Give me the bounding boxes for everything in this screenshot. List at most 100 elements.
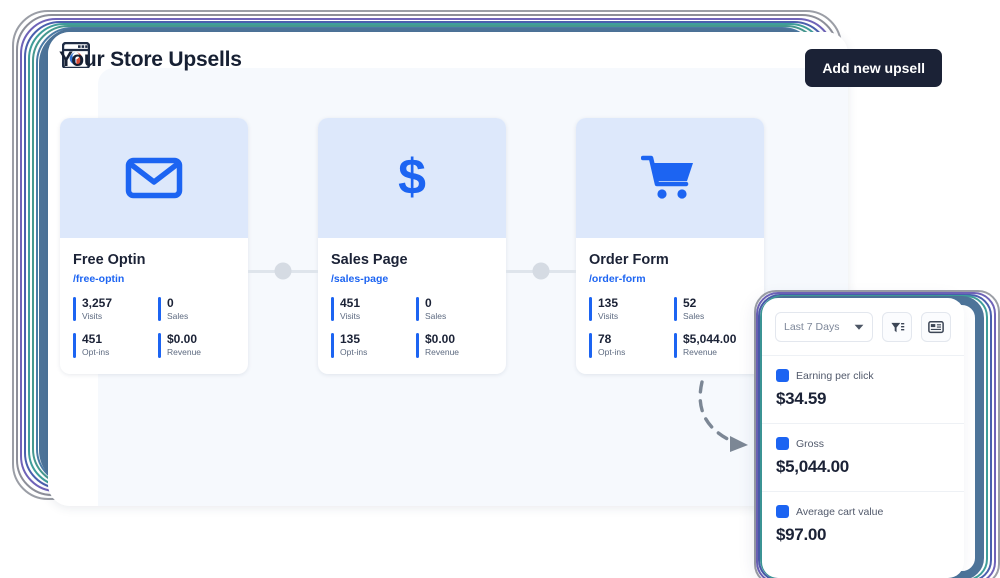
metric-accent-bar xyxy=(674,297,677,322)
stat-color-swatch xyxy=(776,505,789,518)
metric-revenue: $0.00 Revenue xyxy=(158,332,235,358)
dollar-sign-icon: $ xyxy=(398,152,426,204)
card-connector-2 xyxy=(506,118,576,280)
metric-label: Sales xyxy=(167,310,189,321)
stat-label: Average cart value xyxy=(796,505,884,518)
metric-accent-bar xyxy=(416,297,419,322)
page-title: Your Store Upsells xyxy=(59,48,242,71)
metric-accent-bar xyxy=(589,333,592,358)
metric-label: Sales xyxy=(683,310,705,321)
metric-value: 451 xyxy=(82,332,103,347)
card-slug[interactable]: /order-form xyxy=(589,273,751,285)
metric-accent-bar xyxy=(331,333,334,358)
card-hero-order-form xyxy=(576,118,764,238)
metric-accent-bar xyxy=(73,297,76,322)
metric-label: Revenue xyxy=(425,347,460,358)
funnel-card-free-optin[interactable]: Free Optin /free-optin 3,257 Visits 0 Sa… xyxy=(60,118,248,374)
funnel-card-sales-page[interactable]: $ Sales Page /sales-page 451 Visits 0 Sa… xyxy=(318,118,506,374)
metric-value: 0 xyxy=(167,296,174,310)
card-slug[interactable]: /free-optin xyxy=(73,273,235,285)
metric-value: 135 xyxy=(598,296,619,310)
metric-revenue: $0.00 Revenue xyxy=(416,332,493,358)
metric-accent-bar xyxy=(674,333,677,358)
metric-label: Opt-ins xyxy=(82,347,110,358)
shopping-cart-icon xyxy=(641,155,693,199)
metric-value: $0.00 xyxy=(167,332,198,347)
connector-dot xyxy=(274,262,292,280)
metric-value: 3,257 xyxy=(82,296,113,310)
panel-toolbar: Last 7 Days xyxy=(762,298,964,355)
stat-average-cart-value: Average cart value $97.00 xyxy=(762,491,964,559)
metric-grid: 3,257 Visits 0 Sales 451 Opt-ins $0.00 R… xyxy=(73,296,235,358)
metric-label: Opt-ins xyxy=(340,347,368,358)
stat-label: Gross xyxy=(796,437,825,450)
filter-button[interactable] xyxy=(882,312,912,342)
stat-label: Earning per click xyxy=(796,369,874,382)
metric-label: Visits xyxy=(82,310,103,321)
stat-header: Average cart value xyxy=(776,505,950,518)
envelope-icon xyxy=(125,157,183,199)
filter-icon xyxy=(890,322,904,332)
funnel-card-order-form[interactable]: Order Form /order-form 135 Visits 52 Sal… xyxy=(576,118,764,374)
card-title: Free Optin xyxy=(73,252,146,268)
add-new-upsell-button[interactable]: Add new upsell xyxy=(805,49,942,87)
screenshot-stage: Your Store Upsells Add new upsell Free O… xyxy=(0,0,1000,578)
stat-gross: Gross $5,044.00 xyxy=(762,423,964,491)
metric-label: Visits xyxy=(340,310,361,321)
metric-value: 52 xyxy=(683,296,697,310)
metric-label: Revenue xyxy=(167,347,202,358)
metric-value: 135 xyxy=(340,332,361,347)
metric-grid: 135 Visits 52 Sales 78 Opt-ins $5,044.00… xyxy=(589,296,751,358)
metric-label: Opt-ins xyxy=(598,347,626,358)
metric-accent-bar xyxy=(158,333,161,358)
metric-value: $0.00 xyxy=(425,332,456,347)
metric-accent-bar xyxy=(73,333,76,358)
stat-color-swatch xyxy=(776,369,789,382)
metric-visits: 135 Visits xyxy=(589,296,666,322)
card-slug[interactable]: /sales-page xyxy=(331,273,493,285)
metric-grid: 451 Visits 0 Sales 135 Opt-ins $0.00 Rev… xyxy=(331,296,493,358)
card-body-order-form: Order Form /order-form 135 Visits 52 Sal… xyxy=(576,238,764,374)
stat-value: $34.59 xyxy=(776,389,827,408)
analytics-panel: Last 7 Days Earning per click $34.59 Gro… xyxy=(740,276,1000,578)
funnel-cards-row: Free Optin /free-optin 3,257 Visits 0 Sa… xyxy=(60,118,764,374)
metric-sales: 0 Sales xyxy=(158,296,235,322)
card-view-button[interactable] xyxy=(921,312,951,342)
chevron-down-icon xyxy=(854,324,864,330)
metric-accent-bar xyxy=(416,333,419,358)
metric-label: Revenue xyxy=(683,347,718,358)
stat-header: Earning per click xyxy=(776,369,950,382)
stat-value: $5,044.00 xyxy=(776,457,849,476)
metric-visits: 451 Visits xyxy=(331,296,408,322)
date-range-value: Last 7 Days xyxy=(784,321,840,333)
stat-color-swatch xyxy=(776,437,789,450)
card-body-free-optin: Free Optin /free-optin 3,257 Visits 0 Sa… xyxy=(60,238,248,374)
metric-visits: 3,257 Visits xyxy=(73,296,150,322)
card-body-sales-page: Sales Page /sales-page 451 Visits 0 Sale… xyxy=(318,238,506,374)
metric-optins: 135 Opt-ins xyxy=(331,332,408,358)
svg-text:$: $ xyxy=(398,152,426,204)
metric-accent-bar xyxy=(589,297,592,322)
stat-earning-per-click: Earning per click $34.59 xyxy=(762,355,964,423)
metric-value: 0 xyxy=(425,296,432,310)
metric-accent-bar xyxy=(158,297,161,322)
stat-header: Gross xyxy=(776,437,950,450)
metric-label: Sales xyxy=(425,310,447,321)
metric-sales: 0 Sales xyxy=(416,296,493,322)
metric-label: Visits xyxy=(598,310,619,321)
card-title: Order Form xyxy=(589,252,669,268)
metric-optins: 78 Opt-ins xyxy=(589,332,666,358)
card-hero-free-optin xyxy=(60,118,248,238)
connector-dot xyxy=(532,262,550,280)
metric-value: $5,044.00 xyxy=(683,332,737,347)
metric-optins: 451 Opt-ins xyxy=(73,332,150,358)
card-title: Sales Page xyxy=(331,252,408,268)
analytics-panel-body: Last 7 Days Earning per click $34.59 Gro… xyxy=(762,298,964,578)
stat-value: $97.00 xyxy=(776,525,827,544)
date-range-select[interactable]: Last 7 Days xyxy=(775,312,873,342)
metric-value: 78 xyxy=(598,332,612,347)
card-connector-1 xyxy=(248,118,318,280)
metric-accent-bar xyxy=(331,297,334,322)
credit-card-icon xyxy=(928,321,944,334)
card-hero-sales-page: $ xyxy=(318,118,506,238)
